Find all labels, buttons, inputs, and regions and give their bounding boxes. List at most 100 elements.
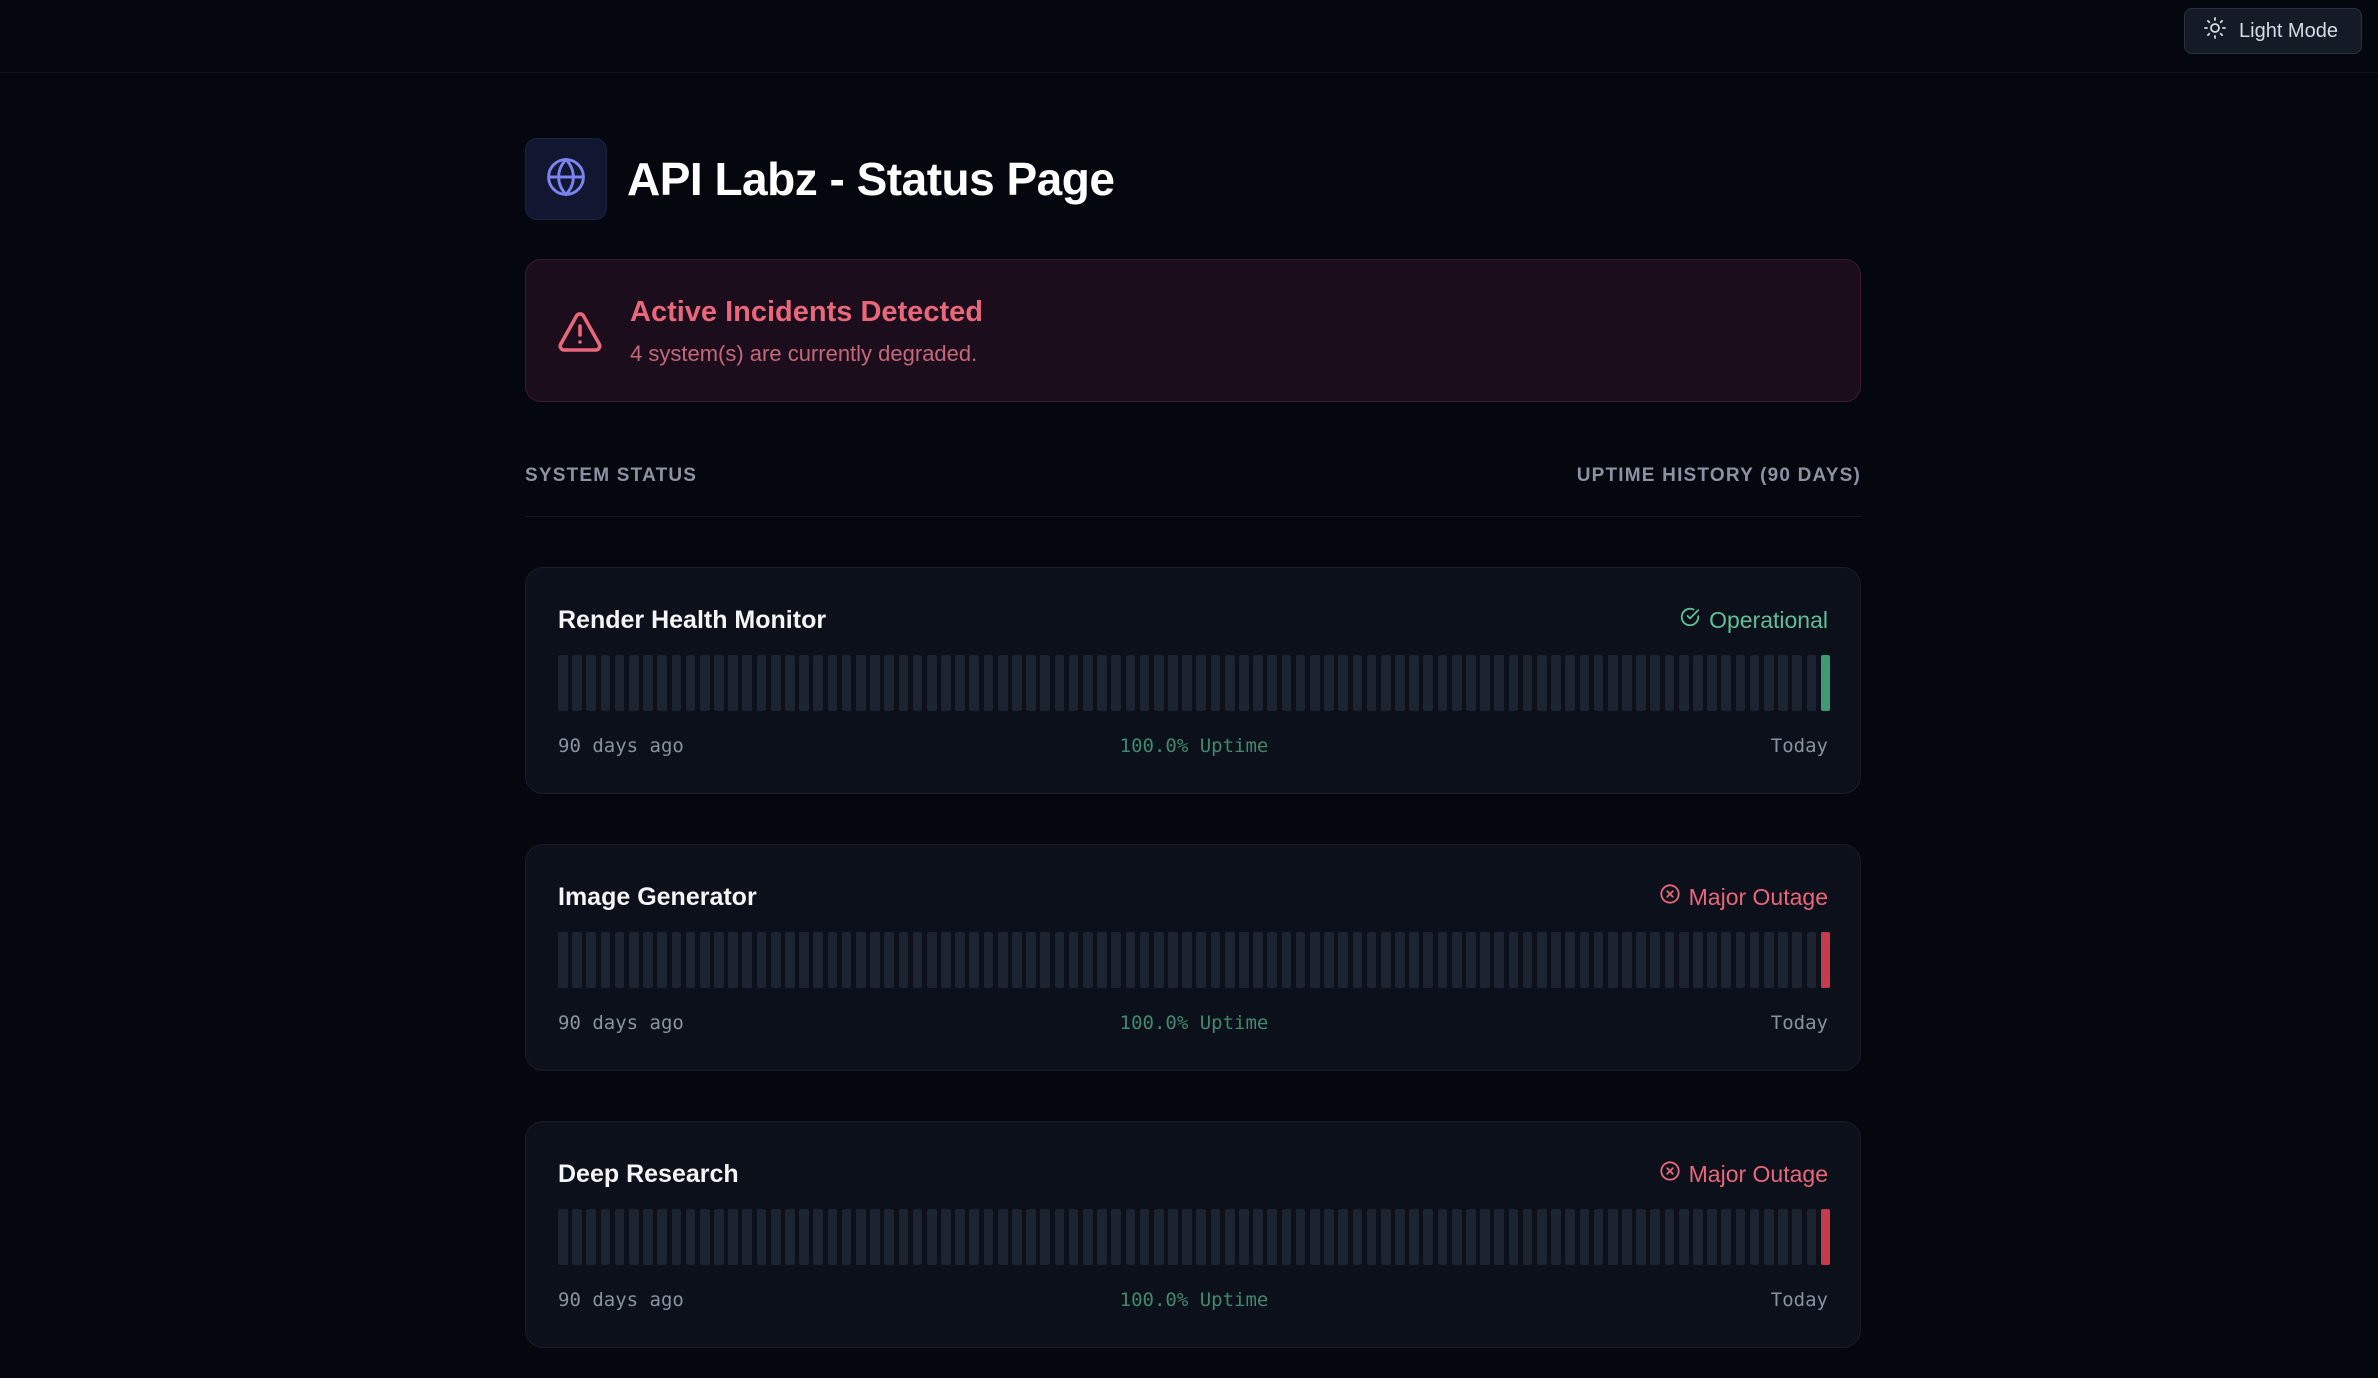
uptime-day-bar[interactable] [1480,932,1490,988]
uptime-day-bar[interactable] [1622,1209,1632,1265]
uptime-day-bar[interactable] [1749,1209,1760,1265]
uptime-day-bar[interactable] [1097,932,1107,988]
uptime-day-bar[interactable] [742,655,753,711]
uptime-day-bar[interactable] [1139,932,1150,988]
uptime-day-bar[interactable] [1253,932,1263,988]
uptime-day-bar[interactable] [1040,655,1051,711]
uptime-day-bar[interactable] [1508,655,1519,711]
uptime-day-bar[interactable] [614,932,625,988]
uptime-day-bar[interactable] [1040,1209,1051,1265]
uptime-day-bar[interactable] [785,932,795,988]
uptime-day-bar[interactable] [628,655,639,711]
uptime-day-bar[interactable] [572,932,582,988]
uptime-day-bar[interactable] [1693,1209,1703,1265]
uptime-day-bar[interactable] [813,655,824,711]
uptime-day-bar[interactable] [1097,1209,1107,1265]
uptime-day-bar[interactable] [955,655,965,711]
uptime-day-bar[interactable] [1139,655,1150,711]
uptime-day-bar[interactable] [1579,932,1590,988]
uptime-day-bar[interactable] [1395,655,1405,711]
uptime-day-bar[interactable] [1820,655,1831,711]
uptime-day-bar[interactable] [1153,1209,1164,1265]
uptime-day-bar[interactable] [1763,932,1774,988]
uptime-day-bar[interactable] [1196,932,1207,988]
uptime-day-bar[interactable] [657,932,667,988]
uptime-day-bar[interactable] [1366,1209,1377,1265]
uptime-day-bar[interactable] [1295,1209,1306,1265]
uptime-day-bar[interactable] [1565,932,1575,988]
uptime-day-bar[interactable] [1437,1209,1448,1265]
uptime-day-bar[interactable] [785,655,795,711]
uptime-day-bar[interactable] [1168,655,1178,711]
uptime-day-bar[interactable] [1082,655,1093,711]
uptime-day-bar[interactable] [983,1209,994,1265]
uptime-day-bar[interactable] [1721,655,1732,711]
uptime-day-bar[interactable] [1778,655,1788,711]
uptime-day-bar[interactable] [1593,1209,1604,1265]
uptime-day-bar[interactable] [1409,1209,1419,1265]
uptime-day-bar[interactable] [1012,932,1022,988]
uptime-day-bar[interactable] [1295,932,1306,988]
uptime-day-bar[interactable] [1536,932,1547,988]
uptime-day-bar[interactable] [1792,655,1802,711]
uptime-day-bar[interactable] [870,1209,880,1265]
uptime-day-bar[interactable] [799,932,809,988]
uptime-day-bar[interactable] [742,932,753,988]
uptime-day-bar[interactable] [855,932,866,988]
uptime-day-bar[interactable] [884,655,894,711]
uptime-day-bar[interactable] [1792,932,1802,988]
uptime-day-bar[interactable] [1026,655,1036,711]
uptime-day-bar[interactable] [1097,655,1107,711]
uptime-day-bar[interactable] [1054,932,1065,988]
uptime-day-bar[interactable] [1026,932,1036,988]
uptime-day-bar[interactable] [643,655,653,711]
uptime-day-bar[interactable] [1763,1209,1774,1265]
uptime-day-bar[interactable] [841,1209,852,1265]
uptime-day-bar[interactable] [997,655,1008,711]
uptime-day-bar[interactable] [1466,932,1476,988]
uptime-day-bar[interactable] [912,655,923,711]
uptime-day-bar[interactable] [1707,1209,1717,1265]
uptime-day-bar[interactable] [1239,932,1249,988]
uptime-day-bar[interactable] [1579,655,1590,711]
uptime-day-bar[interactable] [1522,1209,1533,1265]
uptime-day-bar[interactable] [1650,932,1661,988]
uptime-day-bar[interactable] [1664,655,1675,711]
uptime-day-bar[interactable] [1565,1209,1575,1265]
uptime-day-bar[interactable] [685,932,696,988]
uptime-day-bar[interactable] [586,1209,597,1265]
uptime-day-bar[interactable] [572,1209,582,1265]
uptime-day-bar[interactable] [714,1209,724,1265]
uptime-day-bar[interactable] [1806,932,1817,988]
uptime-day-bar[interactable] [1466,1209,1476,1265]
uptime-day-bar[interactable] [955,1209,965,1265]
uptime-day-bar[interactable] [600,655,611,711]
uptime-day-bar[interactable] [813,932,824,988]
uptime-day-bar[interactable] [1423,655,1434,711]
uptime-day-bar[interactable] [813,1209,824,1265]
uptime-day-bar[interactable] [1182,932,1192,988]
uptime-day-bar[interactable] [912,932,923,988]
uptime-day-bar[interactable] [600,1209,611,1265]
uptime-day-bar[interactable] [728,655,738,711]
uptime-day-bar[interactable] [870,932,880,988]
uptime-day-bar[interactable] [643,1209,653,1265]
uptime-day-bar[interactable] [1352,932,1363,988]
uptime-day-bar[interactable] [614,655,625,711]
uptime-day-bar[interactable] [1792,1209,1802,1265]
uptime-day-bar[interactable] [1224,655,1235,711]
uptime-day-bar[interactable] [898,932,909,988]
uptime-day-bar[interactable] [884,932,894,988]
uptime-day-bar[interactable] [1551,932,1561,988]
uptime-day-bar[interactable] [1281,655,1292,711]
uptime-day-bar[interactable] [1380,932,1391,988]
uptime-day-bar[interactable] [1664,1209,1675,1265]
uptime-day-bar[interactable] [1139,1209,1150,1265]
uptime-day-bar[interactable] [558,1209,568,1265]
uptime-day-bar[interactable] [969,655,980,711]
uptime-day-bar[interactable] [1551,1209,1561,1265]
uptime-day-bar[interactable] [1494,655,1505,711]
uptime-day-bar[interactable] [870,655,880,711]
uptime-day-bar[interactable] [1693,932,1703,988]
uptime-day-bar[interactable] [1536,1209,1547,1265]
